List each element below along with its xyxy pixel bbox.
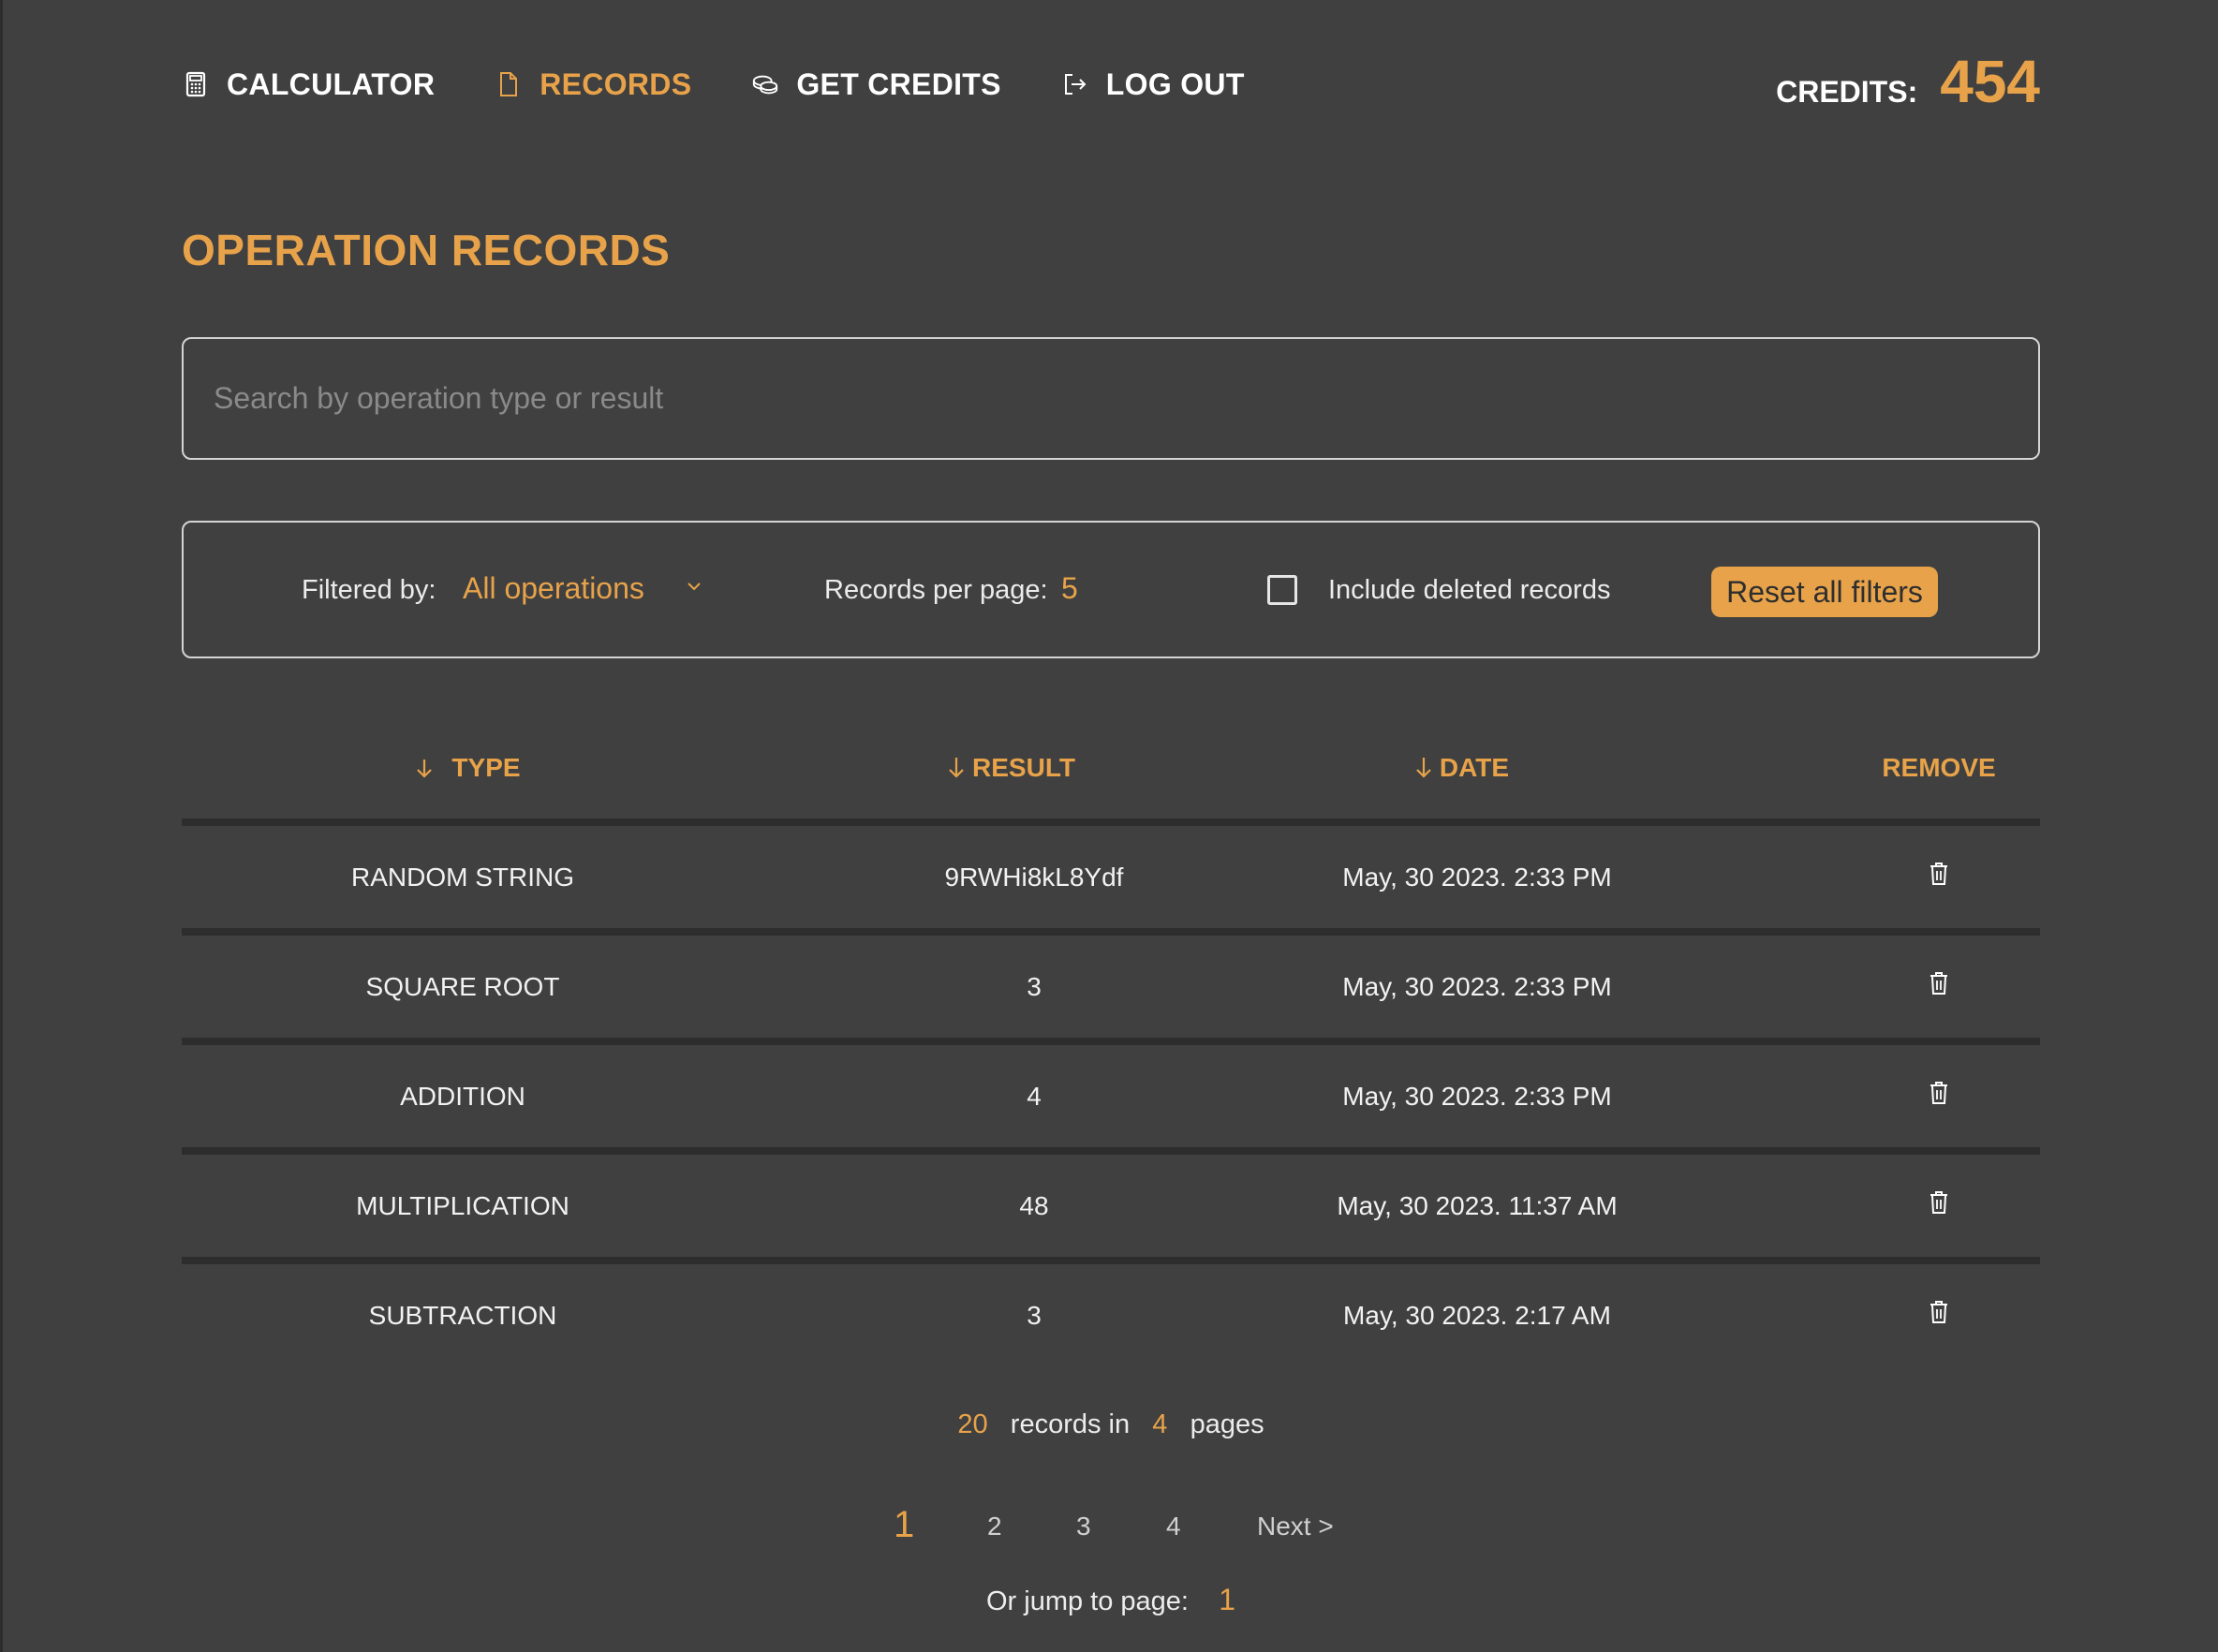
nav-get-credits-label: GET CREDITS [796,66,1001,101]
nav-calculator-label: CALCULATOR [227,66,436,101]
include-deleted-checkbox[interactable] [1267,575,1297,605]
search-box [182,337,2040,460]
filters-panel: Filtered by: All operations Records per … [182,521,2040,658]
cell-type: RANDOM STRING [351,862,574,892]
window-edge [0,0,3,1652]
credits-label: CREDITS: [1776,75,1918,109]
cell-date: May, 30 2023. 2:33 PM [1342,1081,1612,1111]
trash-icon[interactable] [1929,862,1949,886]
page-title: OPERATION RECORDS [182,226,671,274]
nav-get-credits[interactable]: GET CREDITS [751,67,1000,102]
search-input[interactable] [184,339,2038,458]
jump-page-input[interactable]: 1 [1219,1583,1235,1616]
cell-date: May, 30 2023. 11:37 AM [1337,1190,1618,1220]
cell-date: May, 30 2023. 2:33 PM [1342,862,1612,892]
column-header-remove: REMOVE [1817,740,2061,796]
column-header-result[interactable]: RESULT [880,740,1142,796]
reset-filters-button[interactable]: Reset all filters [1711,567,1938,617]
nav-records[interactable]: RECORDS [495,67,691,102]
cell-type: SUBTRACTION [368,1300,557,1330]
pages-label: pages [1190,1409,1264,1439]
trash-icon[interactable] [1929,1300,1949,1324]
page-container: CALCULATOR RECORDS GET CREDITS LOG OUT C… [182,0,2040,1652]
column-header-type-label: TYPE [451,753,521,782]
nav-log-out-label: LOG OUT [1105,66,1245,101]
cell-result: 4 [1027,1081,1042,1111]
cell-remove [1901,1045,1976,1147]
table-row: MULTIPLICATION 48 May, 30 2023. 11:37 AM [182,1155,2040,1257]
table-divider [182,819,2040,826]
credits-value: 454 [1940,48,2040,115]
cell-type: ADDITION [400,1081,525,1111]
column-header-date-label: DATE [1439,753,1510,782]
coins-icon [751,70,779,98]
top-nav: CALCULATOR RECORDS GET CREDITS LOG OUT [182,56,1305,112]
nav-log-out[interactable]: LOG OUT [1061,67,1245,102]
page-link-current[interactable]: 1 [894,1504,914,1546]
pagination: 1 2 3 4 Next > [182,1498,2040,1555]
credits-display: CREDITS: 454 [1776,47,2040,116]
page-link[interactable]: 4 [1166,1512,1181,1541]
next-page-link[interactable]: Next > [1257,1512,1334,1541]
jump-to-page: Or jump to page: 1 [182,1583,2040,1617]
table-divider [182,928,2040,936]
page-link[interactable]: 2 [987,1512,1002,1541]
trash-icon[interactable] [1929,971,1949,996]
sort-arrow-down-icon [417,760,433,778]
filtered-by-label: Filtered by: [302,575,436,605]
cell-type: MULTIPLICATION [356,1190,569,1220]
table-divider [182,1257,2040,1264]
operation-filter-select[interactable]: All operations [463,571,644,606]
calculator-icon [182,70,210,98]
records-per-page-label: Records per page: [824,575,1048,605]
trash-icon[interactable] [1929,1190,1949,1215]
trash-icon[interactable] [1929,1081,1949,1105]
column-header-remove-label: REMOVE [1882,753,1996,782]
cell-result: 3 [1027,1300,1042,1330]
records-count: 20 [957,1409,988,1439]
jump-label: Or jump to page: [985,1586,1189,1616]
cell-result: 9RWHi8kL8Ydf [944,862,1124,892]
column-header-type[interactable]: TYPE [378,740,556,796]
document-icon [495,70,523,98]
cell-type: SQUARE ROOT [365,971,560,1001]
chevron-down-icon[interactable] [683,575,705,597]
pages-count: 4 [1152,1409,1168,1439]
sort-arrow-down-icon [949,758,964,778]
table-divider [182,1038,2040,1045]
sort-arrow-down-icon [1416,758,1431,778]
cell-result: 48 [1019,1190,1049,1220]
table-row: ADDITION 4 May, 30 2023. 2:33 PM [182,1045,2040,1147]
cell-date: May, 30 2023. 2:17 AM [1343,1300,1611,1330]
column-header-result-label: RESULT [972,753,1075,782]
table-row: SUBTRACTION 3 May, 30 2023. 2:17 AM [182,1264,2040,1366]
records-summary: 20 records in 4 pages [182,1409,2040,1440]
table-header: TYPE RESULT DATE REMOVE [182,740,2040,796]
cell-remove [1901,1264,1976,1366]
logout-icon [1061,70,1089,98]
cell-date: May, 30 2023. 2:33 PM [1342,971,1612,1001]
include-deleted-label[interactable]: Include deleted records [1328,575,1610,606]
page-link[interactable]: 3 [1076,1512,1091,1541]
table-row: SQUARE ROOT 3 May, 30 2023. 2:33 PM [182,936,2040,1038]
nav-calculator[interactable]: CALCULATOR [182,67,435,102]
cell-remove [1901,826,1976,928]
cell-remove [1901,936,1976,1038]
nav-records-label: RECORDS [540,66,692,101]
records-in-label: records in [1010,1409,1131,1439]
column-header-date[interactable]: DATE [1339,740,1583,796]
cell-result: 3 [1027,971,1042,1001]
table-row: RANDOM STRING 9RWHi8kL8Ydf May, 30 2023.… [182,826,2040,928]
records-per-page-value[interactable]: 5 [1061,571,1078,606]
cell-remove [1901,1155,1976,1257]
table-divider [182,1147,2040,1155]
